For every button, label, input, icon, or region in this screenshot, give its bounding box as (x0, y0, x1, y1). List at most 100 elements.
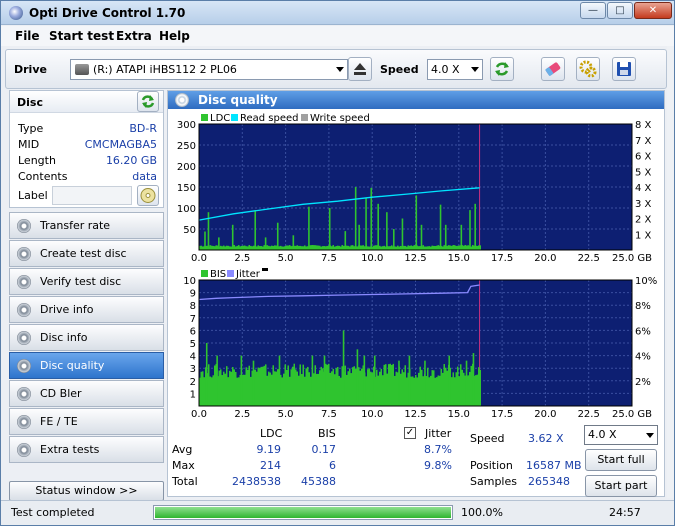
stats-speed-value: 3.62 X (528, 432, 564, 445)
ldc-bar (448, 245, 450, 250)
y2-tick-label: 7 X (635, 136, 652, 147)
bis-bar (379, 371, 381, 406)
nav-label: Verify test disc (40, 275, 122, 288)
bis-bar (401, 369, 403, 406)
jitter-checkbox[interactable]: ✓ (404, 427, 416, 439)
refresh-speed-button[interactable] (490, 57, 514, 81)
nav-create-test-disc[interactable]: Create test disc (9, 240, 164, 267)
title-bar[interactable]: Opti Drive Control 1.70 — □ ✕ (1, 1, 674, 25)
nav-extra-tests[interactable]: Extra tests (9, 436, 164, 463)
maximize-button[interactable]: □ (607, 2, 633, 19)
bis-bar (202, 371, 204, 406)
bis-bar (302, 364, 304, 406)
ldc-bar (230, 246, 232, 250)
bis-bar (427, 367, 429, 406)
disc-type-value: BD-R (129, 122, 157, 135)
bis-bar (344, 365, 346, 406)
ldc-bar (287, 245, 289, 250)
disc-icon (17, 443, 31, 457)
bis-bar (334, 374, 336, 406)
bis-bar (469, 371, 471, 406)
y2-tick-label: 1 X (635, 230, 652, 241)
menu-extra[interactable]: Extra (116, 29, 152, 43)
disc-label-button[interactable] (137, 185, 159, 206)
ldc-bar (325, 246, 327, 250)
refresh-disc-button[interactable] (137, 91, 159, 112)
drive-select[interactable]: (R:) ATAPI iHBS112 2 PL06 (70, 59, 348, 80)
ldc-bar (458, 245, 460, 250)
nav-verify-test-disc[interactable]: Verify test disc (9, 268, 164, 295)
save-button[interactable] (612, 57, 636, 81)
bis-spike (311, 355, 314, 406)
y2-tick-label: 5 X (635, 167, 652, 178)
bis-bar (265, 364, 267, 406)
bis-spike (278, 355, 281, 406)
ldc-bar (214, 246, 216, 250)
y-tick-label: 250 (177, 141, 196, 152)
ldc-spike (354, 187, 357, 250)
ldc-bar (229, 246, 231, 250)
eject-button[interactable] (348, 57, 372, 81)
settings-button[interactable] (576, 57, 600, 81)
y2-tick-label: 3 X (635, 199, 652, 210)
bis-bar (404, 365, 406, 406)
ldc-bar (398, 246, 400, 250)
ldc-bar (361, 245, 363, 250)
nav-cd-bler[interactable]: CD Bler (9, 380, 164, 407)
ldc-bar (269, 246, 271, 250)
menu-help[interactable]: Help (159, 29, 190, 43)
start-part-button[interactable]: Start part (585, 475, 657, 497)
stats-total-bis: 45388 (301, 475, 336, 488)
bis-bar (421, 369, 423, 406)
bis-bar (346, 374, 348, 406)
test-speed-select[interactable]: 4.0 X (584, 425, 658, 445)
stats-area: LDC BIS ✓ Jitter Avg 9.19 0.17 8.7% Max … (168, 421, 664, 497)
ldc-bar (256, 246, 258, 250)
ldc-bar (266, 245, 268, 250)
ldc-bar (334, 246, 336, 250)
start-full-button[interactable]: Start full (585, 449, 657, 471)
nav-transfer-rate[interactable]: Transfer rate (9, 212, 164, 239)
stats-avg-bis: 0.17 (311, 443, 337, 456)
bis-bar (299, 364, 301, 406)
bis-bar (419, 366, 421, 406)
close-button[interactable]: ✕ (634, 2, 672, 19)
ldc-bar (412, 246, 414, 250)
nav-drive-info[interactable]: Drive info (9, 296, 164, 323)
stats-max-label: Max (172, 459, 195, 472)
bis-bar (314, 365, 316, 406)
bis-bar (232, 367, 234, 406)
nav-label: Create test disc (40, 247, 127, 260)
bis-bar (406, 377, 408, 406)
nav-disc-info[interactable]: Disc info (9, 324, 164, 351)
stats-avg-jitter: 8.7% (424, 443, 452, 456)
menu-start-test[interactable]: Start test (49, 29, 114, 43)
speed-select[interactable]: 4.0 X (427, 59, 483, 80)
nav-disc-quality[interactable]: Disc quality (9, 352, 164, 379)
minimize-button[interactable]: — (580, 2, 606, 19)
x-tick-label: 0.0 (191, 253, 207, 264)
x-tick-label: 12.5 (404, 409, 426, 420)
ldc-bar (281, 246, 283, 250)
scrollbar[interactable] (667, 46, 674, 498)
y2-tick-label: 8% (635, 301, 651, 312)
menu-file[interactable]: File (15, 29, 40, 43)
bis-bar (290, 369, 292, 406)
erase-button[interactable] (541, 57, 565, 81)
nav-fe-te[interactable]: FE / TE (9, 408, 164, 435)
ldc-bar (239, 246, 241, 250)
status-window-button[interactable]: Status window >> (9, 481, 164, 501)
bis-bar (478, 367, 480, 406)
ldc-bar (304, 245, 306, 250)
ldc-bar (349, 246, 351, 250)
disc-label-input[interactable] (52, 186, 132, 205)
bis-bar (368, 368, 370, 406)
disc-icon (17, 275, 31, 289)
ldc-bar (373, 245, 375, 250)
bis-bar (352, 367, 354, 406)
ldc-bar (224, 246, 226, 250)
bis-bar (271, 374, 273, 406)
ldc-spike (420, 224, 423, 250)
ldc-bar (472, 245, 474, 250)
disc-info-box: Disc Type BD-R MID CMCMAGBA5 Length 16.2… (9, 90, 164, 208)
